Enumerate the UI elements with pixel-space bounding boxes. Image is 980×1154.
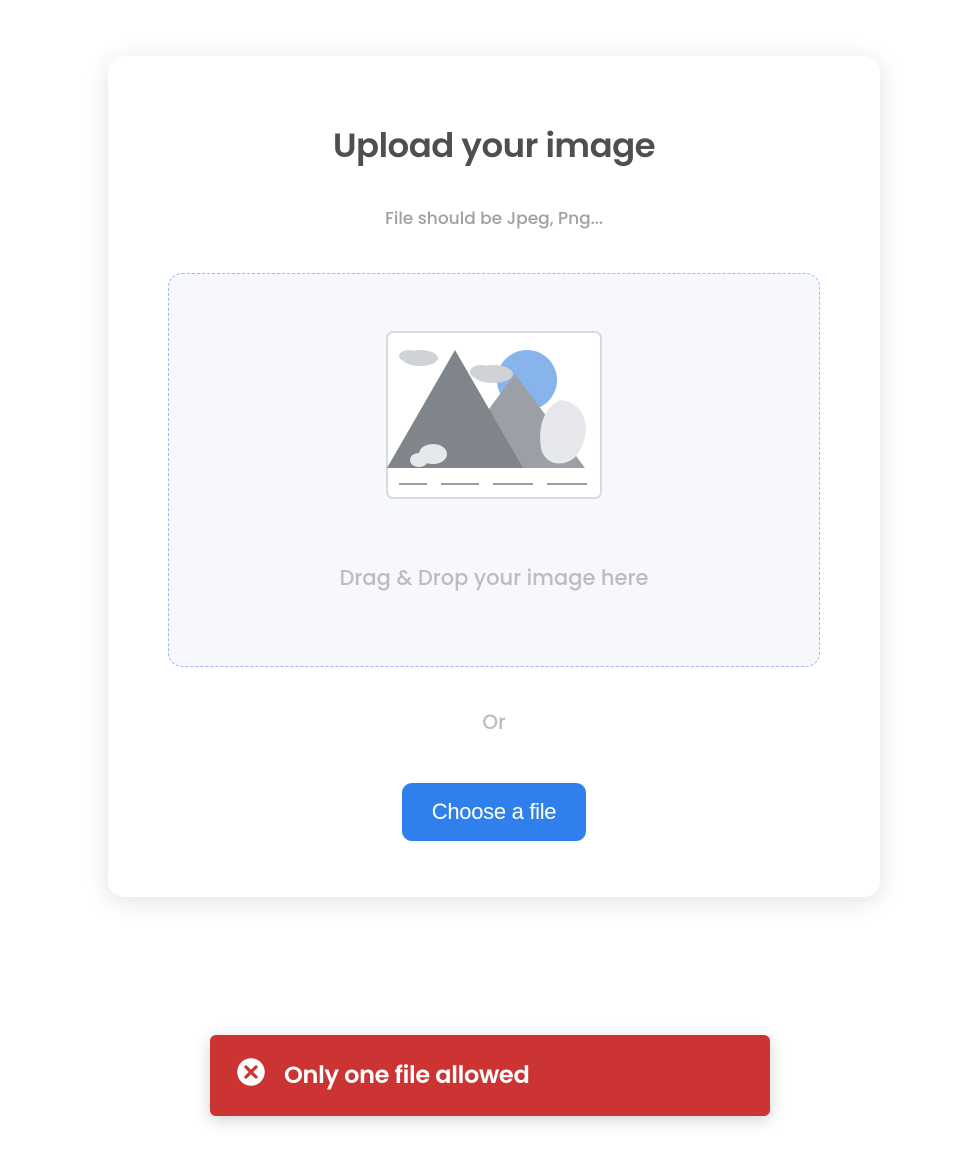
separator-label: Or [168, 707, 820, 737]
upload-card: Upload your image File should be Jpeg, P… [108, 56, 880, 897]
upload-title: Upload your image [168, 120, 820, 171]
dropzone-text: Drag & Drop your image here [339, 563, 648, 594]
image-placeholder-icon [385, 330, 603, 507]
error-icon [236, 1057, 266, 1094]
dropzone[interactable]: Drag & Drop your image here [168, 273, 820, 667]
toast-message: Only one file allowed [284, 1058, 529, 1093]
choose-file-button[interactable]: Choose a file [402, 783, 587, 841]
upload-subtitle: File should be Jpeg, Png... [168, 205, 820, 231]
error-toast: Only one file allowed [210, 1035, 770, 1116]
